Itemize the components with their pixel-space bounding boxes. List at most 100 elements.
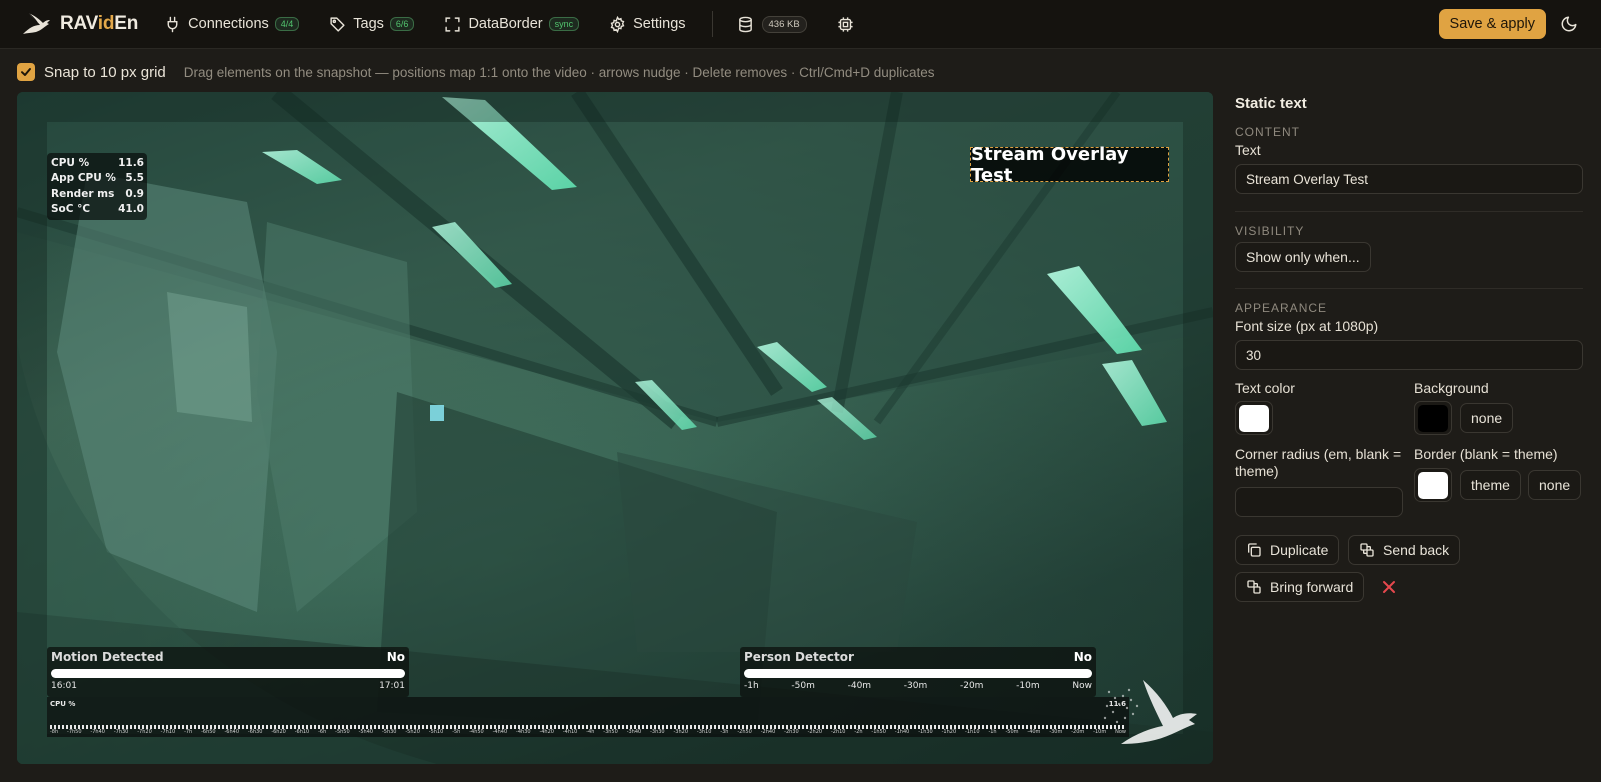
- cpu-tick-label: -2h: [854, 729, 863, 735]
- cpu-tick-label: -3h10: [696, 729, 712, 735]
- cpu-tick-label: -3h40: [626, 729, 642, 735]
- border-color-fill: [1418, 471, 1448, 499]
- cpu-tick-label: -5h40: [358, 729, 374, 735]
- background-color-swatch[interactable]: [1414, 401, 1452, 435]
- nav-tags-label: Tags: [353, 16, 384, 32]
- cpu-tick-label: -3h: [720, 729, 729, 735]
- cpu-tick-label: -1h20: [941, 729, 957, 735]
- cpu-tick-label: -2h50: [737, 729, 752, 735]
- cpu-tick-label: -1h10: [965, 729, 980, 735]
- nav-connections[interactable]: Connections 4/4: [164, 16, 300, 33]
- cpu-tick-label: -5h30: [381, 729, 397, 735]
- cpu-tick-label: -50m: [1005, 729, 1019, 735]
- person-title: Person Detector: [744, 650, 854, 664]
- cpu-tick-label: -1h: [988, 729, 997, 735]
- time-tick-label: Now: [1072, 681, 1092, 691]
- cpu-tick-label: -7h20: [137, 729, 152, 735]
- background-none-button[interactable]: none: [1460, 403, 1514, 433]
- duplicate-button[interactable]: Duplicate: [1235, 535, 1340, 565]
- text-color-label: Text color: [1235, 380, 1295, 396]
- save-apply-button[interactable]: Save & apply: [1438, 9, 1546, 39]
- nav-databorder[interactable]: DataBorder sync: [444, 16, 580, 33]
- panel-title: Static text: [1235, 95, 1307, 112]
- check-icon: [21, 68, 31, 76]
- corner-radius-input[interactable]: [1235, 487, 1403, 517]
- cpu-tick-label: -8h: [50, 729, 59, 735]
- appearance-section-label: APPEARANCE: [1235, 301, 1328, 315]
- text-label: Text: [1235, 142, 1261, 158]
- border-theme-button[interactable]: theme: [1460, 470, 1521, 500]
- cpu-time-ticks: -8h -7h50 -7h40 -7h30 -7h20 -7h10 -7h -6h50 -6h4…: [50, 729, 1126, 735]
- motion-timeline-bar: [51, 669, 405, 678]
- nav-tags[interactable]: Tags 6/6: [329, 16, 415, 33]
- font-size-input[interactable]: 30: [1235, 340, 1583, 370]
- cpu-tick-label: -2h40: [760, 729, 776, 735]
- cpu-tick-label: -30m: [1049, 729, 1063, 735]
- motion-detected-tile[interactable]: Motion Detected No 16:01 17:01: [47, 647, 409, 697]
- motion-title: Motion Detected: [51, 650, 164, 664]
- cpu-history-tile[interactable]: CPU % 11.6 -8h -7h50 -7h40 -7h30 -7h20 -7h10-…: [47, 697, 1129, 737]
- text-color-swatch[interactable]: [1235, 401, 1273, 435]
- cpu-tick-label: -7h10: [160, 729, 176, 735]
- storage-indicator[interactable]: 436 KB: [737, 15, 807, 33]
- cpu-tick-label: -6h50: [201, 729, 216, 735]
- show-only-when-button[interactable]: Show only when...: [1235, 242, 1371, 272]
- nav-divider: [711, 11, 713, 37]
- stat-row: App CPU % 5.5: [51, 172, 144, 185]
- background-label: Background: [1414, 380, 1489, 396]
- cpu-tick-label: -7h50: [67, 729, 82, 735]
- time-tick-label: -50m: [791, 681, 815, 691]
- snap-row: Snap to 10 px grid Drag elements on the …: [17, 61, 935, 83]
- database-icon: [738, 16, 752, 32]
- text-color-fill: [1239, 404, 1269, 432]
- video-snapshot[interactable]: CPU % 11.6 App CPU % 5.5 Render ms 0.9 SoC …: [17, 92, 1213, 764]
- border-none-button[interactable]: none: [1528, 470, 1582, 500]
- copy-icon: [1248, 543, 1261, 557]
- nav-databorder-label: DataBorder: [468, 16, 543, 32]
- system-stats-overlay[interactable]: CPU % 11.6 App CPU % 5.5 Render ms 0.9 SoC …: [47, 153, 147, 221]
- person-detector-tile[interactable]: Person Detector No -1h -50m -40m -30m -20m -1…: [740, 647, 1096, 697]
- cpu-tick-label: -7h: [184, 729, 193, 735]
- cpu-tick-label: -4h20: [539, 729, 554, 735]
- cpu-tick-label: -5h20: [405, 729, 420, 735]
- connections-badge: 4/4: [274, 17, 300, 31]
- nav-settings[interactable]: Settings: [609, 15, 686, 33]
- cpu-tick-label: -20m: [1071, 729, 1085, 735]
- cpu-tick-label: -3h30: [650, 729, 665, 735]
- send-back-icon: [1360, 543, 1374, 557]
- brand[interactable]: RAVidEn: [20, 8, 138, 40]
- cpu-chip-icon[interactable]: [837, 16, 854, 33]
- cpu-tick-label: -4h30: [516, 729, 531, 735]
- static-text-overlay-selected[interactable]: Stream Overlay Test: [970, 144, 1169, 186]
- tags-badge: 6/6: [389, 17, 415, 31]
- cpu-tick-label: -2h10: [830, 729, 846, 735]
- moon-icon[interactable]: [1560, 15, 1578, 33]
- motion-value: No: [386, 650, 405, 664]
- cpu-tick-label: -40m: [1027, 729, 1041, 735]
- border-color-swatch[interactable]: [1414, 468, 1452, 502]
- duplicate-label: Duplicate: [1270, 542, 1329, 558]
- plug-icon: [167, 16, 178, 32]
- delete-x-icon[interactable]: [1382, 580, 1396, 594]
- cpu-tick-label: -4h: [586, 729, 595, 735]
- stat-row: Render ms 0.9: [51, 187, 144, 200]
- section-divider: [1235, 288, 1583, 289]
- cpu-tick-label: -5h50: [335, 729, 350, 735]
- time-tick-label: -30m: [903, 681, 928, 691]
- send-back-button[interactable]: Send back: [1348, 535, 1461, 565]
- snap-label[interactable]: Snap to 10 px grid: [44, 64, 166, 81]
- frame-corners-icon: [445, 16, 461, 32]
- cpu-tick-label: -4h10: [562, 729, 578, 735]
- time-tick-label: -40m: [847, 681, 872, 691]
- time-tick-label: -10m: [1016, 681, 1040, 691]
- bring-forward-icon: [1247, 580, 1261, 594]
- main-nav: Connections 4/4 Tags 6/6 DataBorder sync…: [164, 11, 854, 37]
- cpu-history-label: CPU %: [50, 700, 76, 708]
- gear-icon: [610, 15, 625, 33]
- tag-icon: [330, 16, 345, 32]
- corner-radius-label: Corner radius (em, blank = theme): [1235, 446, 1402, 479]
- text-input[interactable]: Stream Overlay Test: [1235, 164, 1583, 194]
- snap-checkbox[interactable]: [17, 63, 35, 81]
- time-tick-label: -1h: [744, 681, 759, 691]
- bring-forward-button[interactable]: Bring forward: [1235, 572, 1365, 602]
